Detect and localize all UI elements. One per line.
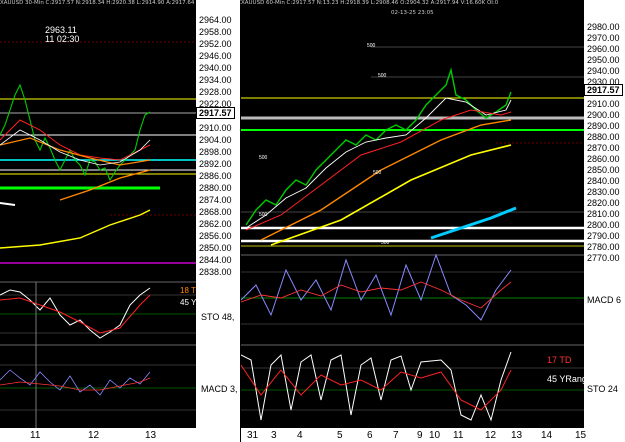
left-tick: 2862.00: [199, 219, 232, 229]
left-x-label: 13: [145, 430, 157, 441]
right-x-label: 4: [297, 430, 303, 441]
left-price-scale[interactable]: 2964.00 2958.00 2952.00 2946.00 2940.00 …: [196, 0, 240, 428]
right-tick: 2840.00: [587, 176, 620, 186]
left-macd-name: MACD 3,: [201, 384, 238, 394]
right-wave-label: 500: [381, 240, 390, 246]
left-tick: 2928.00: [199, 87, 232, 97]
right-current-price-tag: 2917.57: [584, 84, 623, 96]
right-x-label: 3: [271, 430, 277, 441]
right-tick: 2900.00: [587, 110, 620, 120]
left-tick: 2934.00: [199, 75, 232, 85]
right-x-label: 31: [247, 430, 259, 441]
right-tick: 2870.00: [587, 143, 620, 153]
left-tick: 2886.00: [199, 171, 232, 181]
left-tick: 2850.00: [199, 243, 232, 253]
right-tick: 2780.00: [587, 242, 620, 252]
right-x-label: 13: [511, 430, 523, 441]
right-tick: 2960.00: [587, 44, 620, 54]
right-tick: 2860.00: [587, 154, 620, 164]
right-tick: 2880.00: [587, 132, 620, 142]
left-tick: 2838.00: [199, 267, 232, 277]
left-tick: 2910.00: [199, 123, 232, 133]
left-tick: 2940.00: [199, 63, 232, 73]
right-tick: 2830.00: [587, 187, 620, 197]
right-chart[interactable]: XAUUSD 60-Min C:2917.57 N:13.23 H:2918.3…: [241, 0, 592, 428]
right-stoch-td-label: 17 TD: [547, 355, 572, 365]
right-price-plot: [241, 46, 584, 422]
right-tick: 2850.00: [587, 165, 620, 175]
right-stoch-name: STO 24: [587, 384, 618, 394]
right-macd-name: MACD 6: [587, 295, 622, 305]
right-wave-label: 500: [259, 212, 268, 218]
left-tick: 2898.00: [199, 147, 232, 157]
left-tick: 2892.00: [199, 159, 232, 169]
right-x-label: 10: [429, 430, 441, 441]
left-tick: 2880.00: [199, 183, 232, 193]
right-x-label: 5: [337, 430, 343, 441]
right-price-scale[interactable]: 2980.00 2970.00 2960.00 2950.00 2940.00 …: [584, 0, 625, 428]
right-wave-label: 500: [367, 43, 376, 49]
left-time-axis[interactable]: 11 12 13: [0, 428, 240, 442]
right-time-axis[interactable]: 31 3 4 5 6 7 9 10 11 12 13 14 15: [241, 428, 625, 442]
right-tick: 2890.00: [587, 121, 620, 131]
right-tick: 2770.00: [587, 253, 620, 263]
right-tick: 2790.00: [587, 231, 620, 241]
right-wave-label: 500: [259, 155, 268, 161]
right-tick: 2980.00: [587, 22, 620, 32]
right-x-label: 6: [367, 430, 373, 441]
left-tick: 2904.00: [199, 135, 232, 145]
right-x-label: 12: [485, 430, 497, 441]
right-x-label: 7: [393, 430, 399, 441]
left-x-label: 11: [30, 430, 41, 441]
left-tick: 2958.00: [199, 27, 232, 37]
right-tick: 2800.00: [587, 220, 620, 230]
right-wave-label: 500: [378, 73, 387, 79]
left-tick: 2844.00: [199, 255, 232, 265]
right-tick: 2950.00: [587, 55, 620, 65]
left-tick: 2874.00: [199, 195, 232, 205]
left-tick: 2856.00: [199, 231, 232, 241]
left-tick: 2964.00: [199, 15, 232, 25]
right-x-label: 15: [575, 430, 587, 441]
right-x-label: 11: [453, 430, 464, 441]
right-wave-label: 500: [373, 170, 382, 176]
left-tick: 2868.00: [199, 207, 232, 217]
right-tick: 2820.00: [587, 198, 620, 208]
left-price-plot: [0, 41, 196, 428]
left-chart[interactable]: XAUUSD 30-Min C:2917.57 N:2918.34 H:2920…: [0, 0, 288, 428]
right-tick: 2970.00: [587, 33, 620, 43]
right-tick: 2810.00: [587, 209, 620, 219]
left-stoch-name: STO 48,: [201, 312, 235, 322]
left-current-price-tag: 2917.57: [196, 107, 235, 119]
left-tick: 2952.00: [199, 39, 232, 49]
right-x-label: 14: [541, 430, 553, 441]
left-tick: 2946.00: [199, 51, 232, 61]
left-x-label: 12: [88, 430, 100, 441]
right-tick: 2940.00: [587, 66, 620, 76]
left-time-label: 11 02:30: [45, 34, 80, 44]
right-x-label: 9: [417, 430, 423, 441]
right-tick: 2910.00: [587, 99, 620, 109]
